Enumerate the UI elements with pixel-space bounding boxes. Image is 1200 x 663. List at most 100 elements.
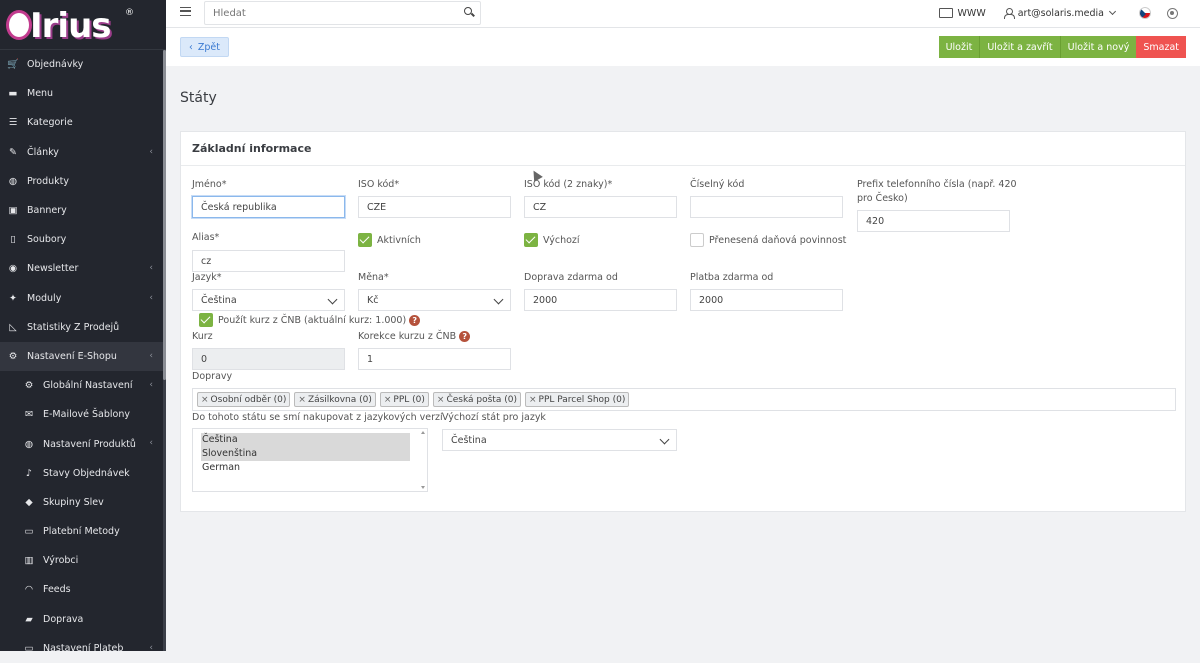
- chevron-left-icon: ‹: [149, 350, 153, 361]
- numeric-code-input[interactable]: [690, 196, 843, 218]
- sidebar-item-label: Statistiky Z Prodejů: [27, 321, 120, 333]
- help-icon[interactable]: ?: [409, 314, 421, 326]
- settings-icon[interactable]: [1167, 7, 1178, 19]
- sidebar-subitem-5[interactable]: ▭ Platební Metody: [0, 517, 166, 546]
- sidebar-item-9[interactable]: ◺ Statistiky Z Prodejů: [0, 313, 166, 342]
- sidebar-item-label: Výrobci: [43, 555, 79, 567]
- currency-label: Měna*: [358, 272, 389, 283]
- free-payment-input[interactable]: 2000: [690, 289, 843, 311]
- search-input[interactable]: [204, 1, 481, 25]
- page-title: Státy: [180, 90, 217, 106]
- reverse-charge-checkbox[interactable]: Přenesená daňová povinnost: [690, 233, 846, 247]
- registered-mark: ®: [125, 7, 134, 18]
- www-label: WWW: [957, 7, 986, 19]
- www-link[interactable]: WWW: [938, 7, 986, 19]
- alias-input[interactable]: cz: [192, 250, 345, 272]
- sidebar-item-1[interactable]: ▬ Menu: [0, 79, 166, 108]
- shipping-tag[interactable]: × Osobní odběr (0): [197, 392, 291, 407]
- scrollbar-thumb[interactable]: [163, 50, 166, 380]
- help-icon[interactable]: ?: [459, 331, 471, 342]
- sidebar-item-4[interactable]: ◍ Produkty: [0, 167, 166, 196]
- search-icon[interactable]: [464, 7, 472, 15]
- listbox-scrollbar[interactable]: [419, 429, 427, 491]
- sidebar-subitem-1[interactable]: ✉ E-Mailové Šablony: [0, 400, 166, 429]
- rate-label: Kurz: [192, 331, 213, 342]
- sidebar-item-6[interactable]: ▯ Soubory: [0, 225, 166, 254]
- default-country-select[interactable]: Čeština: [442, 429, 677, 451]
- default-checkbox[interactable]: Výchozí: [524, 233, 580, 247]
- sidebar-subitem-6[interactable]: ▥ Výrobci: [0, 546, 166, 575]
- iso2-code-label: ISO kód (2 znaky)*: [524, 179, 613, 190]
- sidebar-item-0[interactable]: 🛒 Objednávky: [0, 50, 166, 79]
- back-button[interactable]: ‹ Zpět: [180, 37, 229, 57]
- save-button[interactable]: Uložit: [938, 36, 980, 58]
- iso2-code-input[interactable]: CZ: [524, 196, 677, 218]
- chevron-down-icon: [1108, 7, 1117, 16]
- phone-prefix-label-line2: pro Česko): [857, 193, 908, 204]
- remove-tag-icon[interactable]: ×: [201, 395, 209, 405]
- remove-tag-icon[interactable]: ×: [437, 395, 445, 405]
- language-select[interactable]: Čeština: [192, 289, 345, 311]
- currency-select[interactable]: Kč: [358, 289, 511, 311]
- sidebar-item-3[interactable]: ✎ Články ‹: [0, 138, 166, 167]
- active-label: Aktivních: [377, 234, 421, 246]
- rate-correction-input[interactable]: 1: [358, 348, 511, 370]
- remove-tag-icon[interactable]: ×: [529, 395, 537, 405]
- language-option[interactable]: Čeština: [201, 433, 410, 447]
- chevron-left-icon: ‹: [149, 292, 153, 303]
- logo[interactable]: Irius ®: [0, 0, 166, 50]
- sidebar-item-label: Skupiny Slev: [43, 496, 104, 508]
- shipping-tags-input[interactable]: × Osobní odběr (0) × Zásilkovna (0) × PPL (0)…: [192, 388, 1176, 411]
- sidebar-item-5[interactable]: ▣ Bannery: [0, 196, 166, 225]
- sidebar-item-7[interactable]: ◉ Newsletter ‹: [0, 254, 166, 283]
- name-input[interactable]: Česká republika: [192, 196, 345, 218]
- sidebar-subitem-8[interactable]: ▰ Doprava: [0, 605, 166, 634]
- language-option[interactable]: German: [201, 461, 419, 475]
- basic-info-panel: Základní informace Jméno* Česká republik…: [180, 131, 1186, 512]
- user-menu[interactable]: art@solaris.media: [1003, 7, 1117, 19]
- shipping-tag[interactable]: × Zásilkovna (0): [294, 392, 376, 407]
- shipping-tag[interactable]: × Česká pošta (0): [432, 392, 521, 407]
- allowed-languages-listbox[interactable]: Čeština Slovenština German: [192, 428, 428, 492]
- sidebar-item-label: Nastavení Plateb: [43, 642, 124, 654]
- sidebar-subitem-9[interactable]: ▭ Nastavení Plateb ‹: [0, 634, 166, 663]
- sidebar-item-label: Články: [27, 146, 59, 158]
- sidebar: Irius ® 🛒 Objednávky ▬ Menu ☰ Kategorie ✎ Článk…: [0, 0, 166, 654]
- phone-prefix-input[interactable]: 420: [857, 210, 1010, 232]
- iso-code-input[interactable]: CZE: [358, 196, 511, 218]
- shipping-tag[interactable]: × PPL (0): [379, 392, 429, 407]
- delete-button[interactable]: Smazat: [1136, 36, 1186, 58]
- default-country-label: Výchozí stát pro jazyk: [442, 412, 546, 423]
- remove-tag-icon[interactable]: ×: [298, 395, 306, 405]
- sidebar-scrollbar[interactable]: [163, 50, 166, 651]
- remove-tag-icon[interactable]: ×: [384, 395, 392, 405]
- sidebar-subitem-4[interactable]: ◆ Skupiny Slev: [0, 488, 166, 517]
- sidebar-item-label: Bannery: [27, 205, 67, 217]
- language-option[interactable]: Slovenština: [201, 447, 410, 461]
- sidebar-subitem-0[interactable]: ⚙ Globální Nastavení ‹: [0, 371, 166, 400]
- truck-icon: ▰: [25, 613, 33, 625]
- hamburger-menu-icon[interactable]: [180, 7, 191, 16]
- sidebar-subitem-3[interactable]: ♪ Stavy Objednávek: [0, 459, 166, 488]
- shipping-tag-label: Zásilkovna (0): [307, 394, 372, 405]
- checkbox-unchecked-icon: [690, 233, 704, 247]
- iso-code-label: ISO kód*: [358, 179, 400, 190]
- checkbox-checked-icon: [524, 233, 538, 247]
- shipping-tag[interactable]: × PPL Parcel Shop (0): [524, 392, 630, 407]
- save-and-close-button[interactable]: Uložit a zavřít: [979, 36, 1060, 58]
- alias-label: Alias*: [192, 232, 220, 243]
- free-shipping-input[interactable]: 2000: [524, 289, 677, 311]
- czech-flag-icon[interactable]: [1139, 7, 1151, 19]
- building-icon: ▥: [24, 555, 34, 567]
- numeric-code-label: Číselný kód: [690, 179, 745, 190]
- sidebar-item-2[interactable]: ☰ Kategorie: [0, 108, 166, 137]
- save-and-new-button[interactable]: Uložit a nový: [1059, 36, 1137, 58]
- sidebar-item-10[interactable]: ⚙ Nastavení E-Shopu ‹: [0, 341, 166, 372]
- sidebar-item-8[interactable]: ✦ Moduly ‹: [0, 284, 166, 313]
- sidebar-subitem-7[interactable]: ◠ Feeds: [0, 575, 166, 604]
- sidebar-subitem-2[interactable]: ◍ Nastavení Produktů ‹: [0, 429, 166, 458]
- active-checkbox[interactable]: Aktivních: [358, 233, 421, 247]
- user-icon: [1003, 8, 1015, 19]
- sidebar-item-label: Doprava: [43, 613, 84, 625]
- use-cnb-rate-checkbox[interactable]: Použít kurz z ČNB (aktuální kurz: 1.000)…: [199, 313, 421, 327]
